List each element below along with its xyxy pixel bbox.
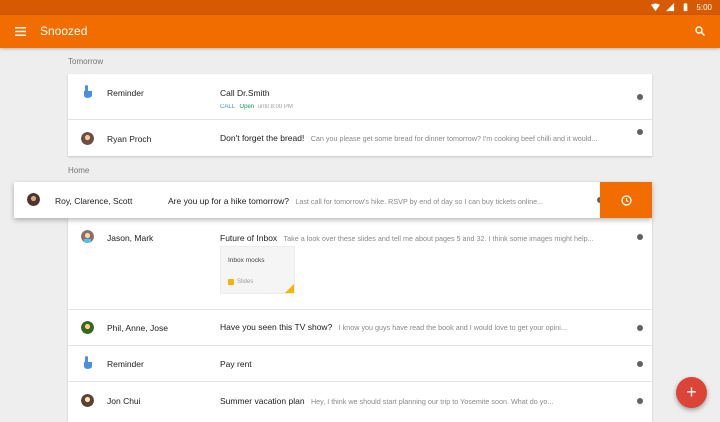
avatar [81,394,94,407]
call-link[interactable]: CALL [220,104,235,110]
message-line: Summer vacation plan Hey, I think we sho… [220,396,553,406]
page-fold-icon [285,284,294,293]
section-header-home: Home [68,166,90,175]
section-header-tomorrow: Tomorrow [68,57,104,66]
snippet: Take a look over these slides and tell m… [283,234,594,243]
swiped-list-item[interactable]: Roy, Clarence, Scott Are you up for a hi… [14,182,652,218]
subject: Call Dr.Smith [220,88,270,98]
search-icon [695,26,705,36]
wifi-icon [651,3,661,12]
list-item[interactable]: Phil, Anne, Jose Have you seen this TV s… [68,310,652,346]
snooze-clock-icon [637,398,643,404]
reminder-hand-icon [84,85,92,98]
subject: Summer vacation plan [220,396,305,406]
snooze-clock-icon [637,325,643,331]
subject: Have you seen this TV show? [220,322,333,332]
menu-button[interactable] [10,21,30,41]
list-item[interactable]: Jason, Mark Future of Inbox Take a look … [68,218,652,310]
page-title: Snoozed [40,24,88,38]
clock-icon [620,194,632,206]
attachment-type: Slides [237,279,254,285]
reminder-details: CALL Open until 8:00 PM [220,104,293,110]
subject: Are you up for a hike tomorrow? [168,196,289,206]
subject: Don't forget the bread! [220,133,305,143]
list-item[interactable]: Reminder Call Dr.Smith CALL Open until 8… [68,74,652,120]
signal-icon [666,3,675,12]
sender-name: Ryan Proch [107,134,152,144]
avatar [81,132,94,145]
tomorrow-card: Reminder Call Dr.Smith CALL Open until 8… [68,74,652,156]
sender-name: Roy, Clarence, Scott [55,196,133,206]
snippet: Hey, I think we should start planning ou… [310,397,554,406]
snooze-clock-icon [637,361,643,367]
subject: Future of Inbox [220,233,278,243]
plus-icon: + [686,382,697,402]
attachment-card[interactable]: Inbox mocks Slides [220,246,295,294]
snooze-clock-icon [637,94,643,100]
attachment-title: Inbox mocks [228,257,265,264]
snooze-clock-icon [637,234,643,240]
sender-name: Reminder [107,359,144,369]
app-bar: Snoozed [0,15,720,48]
avatar [81,230,94,243]
snippet: Can you please get some bread for dinner… [310,134,598,143]
message-line: Are you up for a hike tomorrow? Last cal… [168,196,543,206]
subject: Pay rent [220,359,252,369]
list-item[interactable]: Reminder Pay rent [68,346,652,382]
compose-fab-button[interactable]: + [676,377,707,408]
snippet: Last call for tomorrow's hike. RSVP by e… [295,197,544,206]
list-item[interactable]: Jon Chui Summer vacation plan Hey, I thi… [68,382,652,422]
status-time: 5:00 [696,3,712,12]
avatar [81,321,94,334]
open-status: Open [239,104,255,110]
status-bar: 5:00 [0,0,720,15]
home-card: Jason, Mark Future of Inbox Take a look … [68,218,652,422]
sender-name: Jon Chui [107,396,141,406]
sender-name: Jason, Mark [107,233,154,243]
list-item[interactable]: Ryan Proch Don't forget the bread! Can y… [68,120,652,156]
snooze-action-button[interactable] [600,182,652,218]
snooze-clock-icon [637,129,643,135]
reminder-hand-icon [84,356,92,369]
sender-name: Phil, Anne, Jose [107,323,168,333]
slides-icon [228,279,234,285]
search-button[interactable] [690,21,710,41]
message-line: Future of Inbox Take a look over these s… [220,233,594,243]
message-line: Don't forget the bread! Can you please g… [220,133,597,143]
message-line: Have you seen this TV show? I know you g… [220,322,567,332]
sender-name: Reminder [107,88,144,98]
open-hours: until 8:00 PM [257,104,293,110]
battery-icon [684,3,688,12]
avatar [27,193,40,206]
snippet: I know you guys have read the book and I… [338,323,567,332]
menu-icon [14,26,26,36]
